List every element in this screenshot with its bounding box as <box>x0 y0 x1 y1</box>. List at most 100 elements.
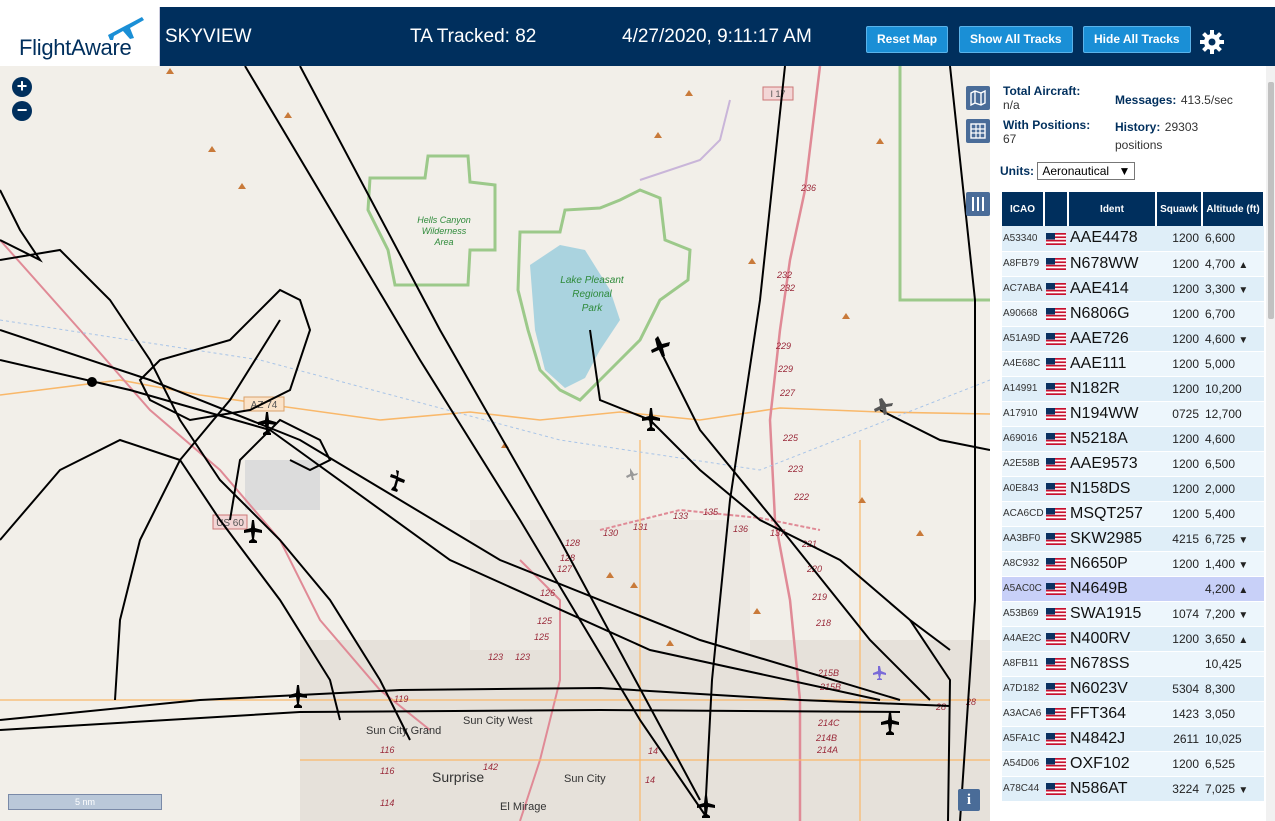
table-row[interactable]: A7D182 N6023V 5304 8,300 <box>1002 676 1264 702</box>
home-receiver-marker <box>87 377 97 387</box>
mile-marker: 136 <box>733 524 748 534</box>
table-row[interactable]: A53B69 SWA1915 1074 7,200 ▼ <box>1002 601 1264 627</box>
aircraft-icon <box>651 336 670 357</box>
history-label: History: <box>1115 120 1161 134</box>
altitude-column-header[interactable]: Altitude (ft) <box>1202 192 1265 226</box>
altitude-value: 6,700 <box>1205 306 1236 321</box>
table-row[interactable]: AC7ABA AAE414 1200 3,300 ▼ <box>1002 276 1264 302</box>
hide-all-tracks-button[interactable]: Hide All Tracks <box>1083 26 1191 53</box>
squawk-cell: 5304 <box>1156 676 1202 702</box>
icao-column-header[interactable]: ICAO <box>1002 192 1045 226</box>
table-row[interactable]: A2E58B AAE9573 1200 6,500 <box>1002 451 1264 477</box>
icao-cell: A53B69 <box>1002 601 1044 627</box>
map-canvas[interactable]: Hells Canyon Wilderness Area Lake Pleasa… <box>0 66 990 821</box>
altitude-value: 7,200 <box>1205 606 1236 621</box>
map-scale-bar: 5 nm <box>8 794 162 810</box>
mile-marker: 135 <box>703 507 719 517</box>
icao-cell: A5AC0C <box>1002 576 1044 602</box>
map-layers-icon <box>970 89 986 107</box>
altitude-value: 12,700 <box>1205 406 1242 421</box>
table-row[interactable]: A4E68C AAE111 1200 5,000 <box>1002 351 1264 377</box>
columns-toggle-button[interactable] <box>966 192 990 216</box>
table-row[interactable]: A17910 N194WW 0725 12,700 <box>1002 401 1264 427</box>
table-row[interactable]: A4AE2C N400RV 1200 3,650 ▲ <box>1002 626 1264 652</box>
squawk-cell: 1200 <box>1156 226 1202 252</box>
altitude-value: 4,600 <box>1205 431 1236 446</box>
zoom-in-button[interactable]: + <box>12 77 32 97</box>
icao-cell: A51A9D <box>1002 326 1044 352</box>
table-row[interactable]: AA3BF0 SKW2985 4215 6,725 ▼ <box>1002 526 1264 552</box>
table-row[interactable]: A14991 N182R 1200 10,200 <box>1002 376 1264 402</box>
table-row[interactable]: A8C932 N6650P 1200 1,400 ▼ <box>1002 551 1264 577</box>
map-layers-button[interactable] <box>966 86 990 110</box>
us-flag-icon <box>1044 226 1068 252</box>
altitude-cell: 5,000 <box>1202 351 1264 377</box>
table-row[interactable]: A8FB79 N678WW 1200 4,700 ▲ <box>1002 251 1264 277</box>
mile-marker: 125 <box>534 632 550 642</box>
icao-cell: A54D06 <box>1002 751 1044 777</box>
reset-map-button[interactable]: Reset Map <box>866 26 949 53</box>
table-row[interactable]: A54D06 OXF102 1200 6,525 <box>1002 751 1264 777</box>
altitude-cell: 4,600 ▼ <box>1202 326 1264 352</box>
aircraft-table: ICAO Ident Squawk Altitude (ft) A53340 AA… <box>1002 192 1265 802</box>
us-flag-icon <box>1044 476 1068 502</box>
map-view[interactable]: Hells Canyon Wilderness Area Lake Pleasa… <box>0 66 990 821</box>
mile-marker: 214A <box>816 745 838 755</box>
mile-marker: 236 <box>800 183 816 193</box>
table-row[interactable]: A51A9D AAE726 1200 4,600 ▼ <box>1002 326 1264 352</box>
squawk-column-header[interactable]: Squawk <box>1156 192 1203 226</box>
us-flag-icon <box>1044 551 1068 577</box>
units-select[interactable]: Aeronautical ▼ <box>1037 162 1136 180</box>
us-flag-icon <box>1044 301 1068 327</box>
table-row[interactable]: A5FA1C N4842J 2611 10,025 <box>1002 726 1264 752</box>
columns-icon <box>972 197 984 211</box>
mile-marker: 229 <box>777 364 793 374</box>
info-icon[interactable]: i <box>958 789 980 811</box>
units-label: Units: <box>1000 164 1034 178</box>
plane-logo-icon <box>108 17 144 40</box>
table-row[interactable]: A69016 N5218A 1200 4,600 <box>1002 426 1264 452</box>
grid-toggle-button[interactable] <box>966 119 990 143</box>
show-all-tracks-button[interactable]: Show All Tracks <box>959 26 1073 53</box>
ident-cell: N158DS <box>1068 476 1156 502</box>
altitude-cell: 4,200 ▲ <box>1202 576 1264 602</box>
ident-cell: MSQT257 <box>1068 501 1156 527</box>
squawk-cell: 1423 <box>1156 701 1202 727</box>
clock-datetime: 4/27/2020, 9:11:17 AM <box>622 26 812 47</box>
with-positions-label: With Positions: <box>1003 118 1091 132</box>
panel-scrollbar-thumb[interactable] <box>1268 82 1274 319</box>
table-row[interactable]: ACA6CD MSQT257 1200 5,400 <box>1002 501 1264 527</box>
altitude-cell: 10,200 <box>1202 376 1264 402</box>
ident-cell: N586AT <box>1068 776 1156 802</box>
table-row[interactable]: A0E843 N158DS 1200 2,000 <box>1002 476 1264 502</box>
table-row[interactable]: A5AC0C N4649B 4,200 ▲ <box>1002 576 1264 602</box>
us-flag-icon <box>1044 276 1068 302</box>
gear-icon[interactable] <box>1199 29 1225 55</box>
squawk-cell: 1200 <box>1156 251 1202 277</box>
altitude-trend-icon: ▼ <box>1238 559 1249 571</box>
icao-cell: A14991 <box>1002 376 1044 402</box>
altitude-value: 4,200 <box>1205 581 1236 596</box>
ident-column-header[interactable]: Ident <box>1068 192 1157 226</box>
lake-pleasant-label-3: Park <box>582 303 604 314</box>
flightaware-logo[interactable]: FlightAware <box>0 7 160 66</box>
us-flag-icon <box>1044 651 1068 677</box>
mile-marker: 142 <box>483 762 498 772</box>
squawk-cell: 1200 <box>1156 351 1202 377</box>
table-row[interactable]: A90668 N6806G 1200 6,700 <box>1002 301 1264 327</box>
table-row[interactable]: A8FB11 N678SS 10,425 <box>1002 651 1264 677</box>
table-row[interactable]: A78C44 N586AT 3224 7,025 ▼ <box>1002 776 1264 802</box>
ident-cell: N194WW <box>1068 401 1156 427</box>
total-aircraft-label: Total Aircraft: <box>1003 84 1081 98</box>
us-flag-icon <box>1044 251 1068 277</box>
units-row: Units: Aeronautical ▼ <box>1000 162 1136 180</box>
az74-shield: AZ 74 <box>251 400 278 411</box>
table-row[interactable]: A53340 AAE4478 1200 6,600 <box>1002 226 1264 252</box>
zoom-out-button[interactable]: − <box>12 101 32 121</box>
altitude-cell: 3,650 ▲ <box>1202 626 1264 652</box>
table-row[interactable]: A3ACA6 FFT364 1423 3,050 <box>1002 701 1264 727</box>
us-flag-icon <box>1044 376 1068 402</box>
flag-column-header[interactable] <box>1044 192 1069 226</box>
us-flag-icon <box>1044 401 1068 427</box>
mile-marker: 214B <box>815 733 837 743</box>
